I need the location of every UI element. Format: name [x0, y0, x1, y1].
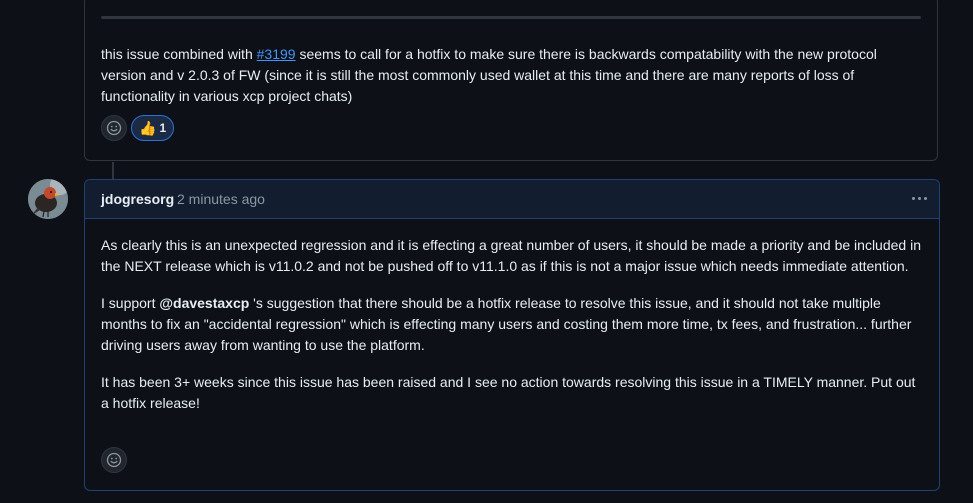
- comment-text: this issue combined with: [101, 46, 257, 62]
- smiley-icon: [106, 452, 122, 468]
- issue-timeline: this issue combined with #3199 seems to …: [0, 0, 973, 503]
- dot: [911, 196, 915, 200]
- thumbs-up-icon: 👍: [139, 120, 157, 136]
- avatar[interactable]: [28, 179, 68, 219]
- comment-paragraph: It has been 3+ weeks since this issue ha…: [101, 374, 916, 411]
- comment-timestamp[interactable]: 2 minutes ago: [177, 191, 265, 207]
- reaction-count: 1: [159, 121, 167, 135]
- reactions-bar: 👍 1: [101, 115, 175, 141]
- dot: [923, 196, 927, 200]
- comment-body: As clearly this is an unexpected regress…: [101, 235, 925, 430]
- comment-header: jdogresorg 2 minutes ago: [85, 180, 939, 219]
- comment-card: jdogresorg 2 minutes ago As clearly this…: [84, 179, 940, 491]
- thumbs-up-reaction[interactable]: 👍 1: [131, 115, 175, 141]
- comment-text: I support: [101, 295, 160, 311]
- kebab-horizontal-icon[interactable]: [909, 189, 929, 207]
- user-mention-link[interactable]: @davestaxcp: [159, 295, 249, 311]
- timeline-connector: [112, 162, 114, 180]
- comment-paragraph: As clearly this is an unexpected regress…: [101, 237, 921, 274]
- comment-body: this issue combined with #3199 seems to …: [101, 44, 925, 107]
- bird-avatar-icon: [28, 179, 68, 219]
- issue-reference-link[interactable]: #3199: [257, 46, 296, 62]
- add-reaction-button[interactable]: [101, 115, 127, 141]
- comment-card: this issue combined with #3199 seems to …: [84, 0, 938, 161]
- dot: [917, 196, 921, 200]
- comment-paragraph: I support @davestaxcp 's suggestion that…: [101, 293, 925, 356]
- comment-author[interactable]: jdogresorg: [101, 191, 174, 207]
- horizontal-rule: [101, 16, 921, 19]
- add-reaction-button[interactable]: [101, 447, 127, 473]
- smiley-icon: [106, 120, 122, 136]
- reactions-bar: [101, 447, 127, 473]
